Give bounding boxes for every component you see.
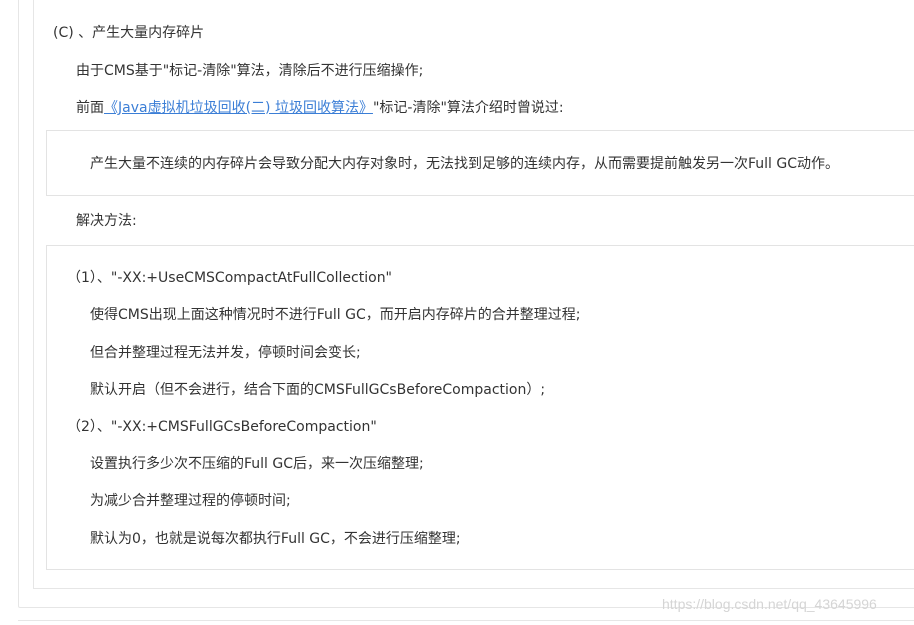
- solution-2-line-1: 设置执行多少次不压缩的Full GC后，来一次压缩整理;: [90, 456, 424, 472]
- solution-2-line-2: 为减少合并整理过程的停顿时间;: [90, 493, 291, 509]
- gc-algorithm-article-link[interactable]: 《Java虚拟机垃圾回收(二) 垃圾回收算法》: [104, 100, 373, 116]
- section-heading: (C) 、产生大量内存碎片: [53, 25, 205, 41]
- paragraph-reference: 前面《Java虚拟机垃圾回收(二) 垃圾回收算法》"标记-清除"算法介绍时曾说过…: [76, 98, 564, 118]
- quote-text: 产生大量不连续的内存碎片会导致分配大内存对象时，无法找到足够的连续内存，从而需要…: [90, 156, 840, 172]
- solution-label: 解决方法:: [76, 213, 137, 229]
- solutions-block: （1）、"-XX:+UseCMSCompactAtFullCollection"…: [46, 245, 914, 570]
- solution-1-line-2: 但合并整理过程无法并发，停顿时间会变长;: [90, 345, 361, 361]
- page: (C) 、产生大量内存碎片 由于CMS基于"标记-清除"算法，清除后不进行压缩操…: [0, 0, 914, 625]
- solution-2-title: （2）、"-XX:+CMSFullGCsBeforeCompaction": [67, 419, 377, 435]
- reference-suffix: "标记-清除"算法介绍时曾说过:: [372, 100, 564, 116]
- solution-1-line-1: 使得CMS出现上面这种情况时不进行Full GC，而开启内存碎片的合并整理过程;: [90, 307, 581, 323]
- reference-prefix: 前面: [76, 100, 104, 116]
- solution-1-line-3: 默认开启（但不会进行，结合下面的CMSFullGCsBeforeCompacti…: [90, 382, 546, 398]
- paragraph-cms-mark-sweep: 由于CMS基于"标记-清除"算法，清除后不进行压缩操作;: [76, 63, 424, 79]
- solution-2-line-3: 默认为0，也就是说每次都执行Full GC，不会进行压缩整理;: [90, 531, 461, 547]
- next-card-edge: [18, 620, 914, 625]
- solution-1-title: （1）、"-XX:+UseCMSCompactAtFullCollection": [67, 270, 393, 286]
- quote-block: 产生大量不连续的内存碎片会导致分配大内存对象时，无法找到足够的连续内存，从而需要…: [46, 130, 914, 196]
- csdn-watermark: https://blog.csdn.net/qq_43645996: [662, 596, 877, 612]
